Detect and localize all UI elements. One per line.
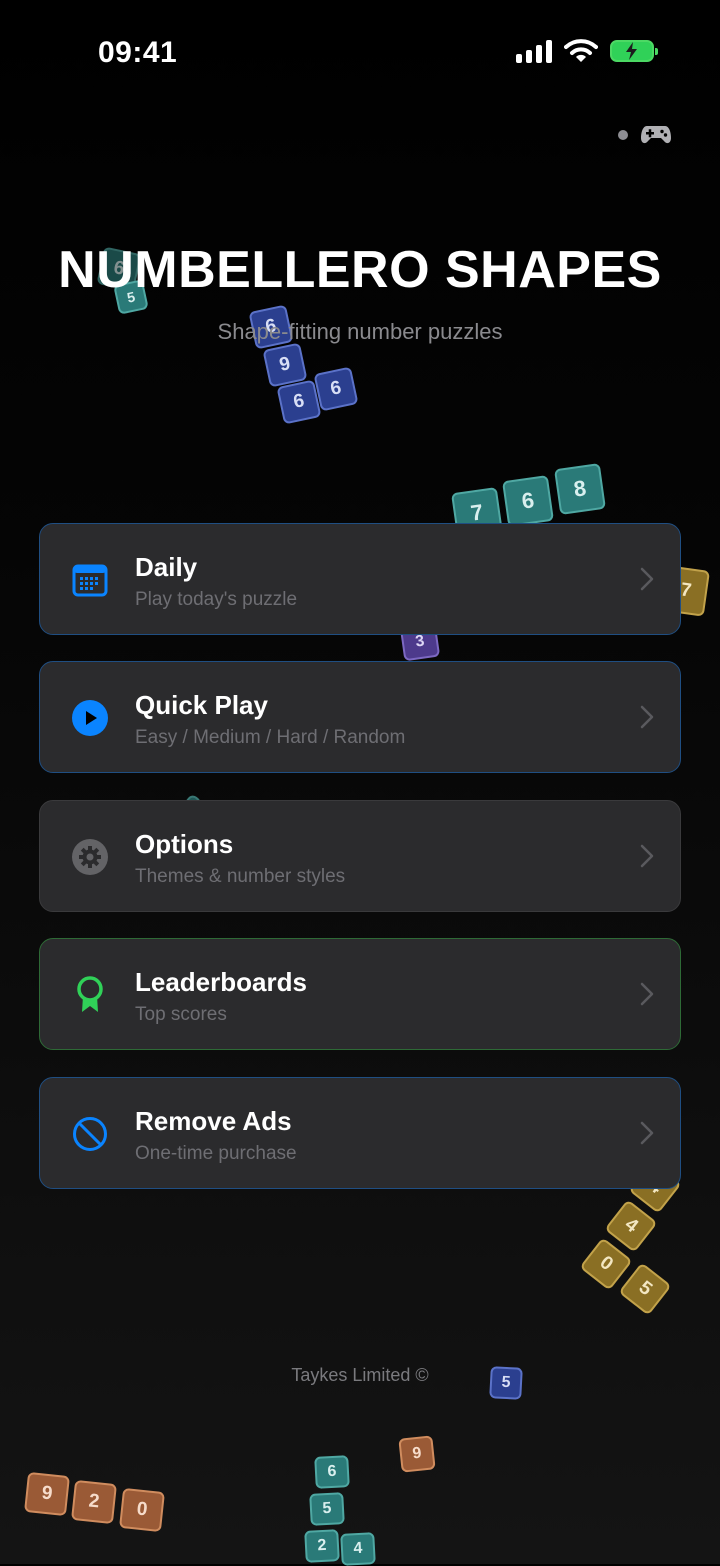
calendar-icon [72,562,108,598]
number-tile: 5 [309,1492,345,1526]
menu-daily-button[interactable]: Daily Play today's puzzle [39,523,681,635]
number-tile: 6 [313,366,359,412]
menu-remove-ads-button[interactable]: Remove Ads One-time purchase [39,1077,681,1189]
chevron-right-icon [640,567,654,591]
menu-leaderboards-subtitle: Top scores [135,1004,227,1025]
menu-options-label: Options [135,829,234,859]
top-toolbar [618,124,672,146]
number-tile: 0 [119,1487,165,1533]
number-tile: 4 [340,1532,376,1566]
number-tile: 8 [554,463,606,515]
menu-leaderboards-button[interactable]: Leaderboards Top scores [39,938,681,1050]
battery-charging-icon [610,40,658,62]
number-tile: 6 [276,379,322,425]
menu-options-subtitle: Themes & number styles [135,866,346,887]
decorative-tiles: 6 5 6 9 6 6 7 6 8 7 3 4 4 0 5 5 9 9 2 0 … [0,0,720,1566]
status-icons [516,38,658,64]
number-tile: 2 [71,1479,117,1525]
number-tile: 6 [502,475,554,527]
chevron-right-icon [640,1121,654,1145]
status-time: 09:41 [98,36,178,69]
chevron-right-icon [640,705,654,729]
game-controller-icon[interactable] [640,124,672,146]
menu-leaderboards-label: Leaderboards [135,967,307,997]
menu-daily-label: Daily [135,552,198,582]
number-tile: 5 [618,1262,672,1316]
award-ribbon-icon [72,976,108,1013]
number-tile: 9 [24,1471,70,1517]
cellular-signal-icon [516,39,552,63]
indicator-dot [618,130,628,140]
menu-daily-subtitle: Play today's puzzle [135,589,298,610]
wifi-icon [564,39,598,62]
number-tile: 6 [314,1455,350,1489]
menu-quick-play-label: Quick Play [135,690,268,720]
menu-options-button[interactable]: Options Themes & number styles [39,800,681,912]
menu-remove-ads-label: Remove Ads [135,1106,292,1136]
number-tile: 4 [604,1199,658,1253]
prohibited-icon [72,1116,108,1152]
menu-quick-play-button[interactable]: Quick Play Easy / Medium / Hard / Random [39,661,681,773]
number-tile: 0 [579,1237,633,1291]
play-circle-icon [72,700,108,736]
footer-copyright: Taykes Limited © [291,1365,429,1385]
menu-remove-ads-subtitle: One-time purchase [135,1143,297,1164]
menu-quick-play-subtitle: Easy / Medium / Hard / Random [135,727,406,748]
chevron-right-icon [640,982,654,1006]
chevron-right-icon [640,844,654,868]
number-tile: 9 [262,342,308,388]
gear-icon [72,839,108,875]
status-bar: 09:41 [0,0,720,105]
app-title: NUMBELLERO SHAPES [58,241,662,299]
app-subtitle: Shape-fitting number puzzles [217,319,503,344]
number-tile: 9 [398,1435,436,1473]
number-tile: 2 [304,1529,340,1563]
